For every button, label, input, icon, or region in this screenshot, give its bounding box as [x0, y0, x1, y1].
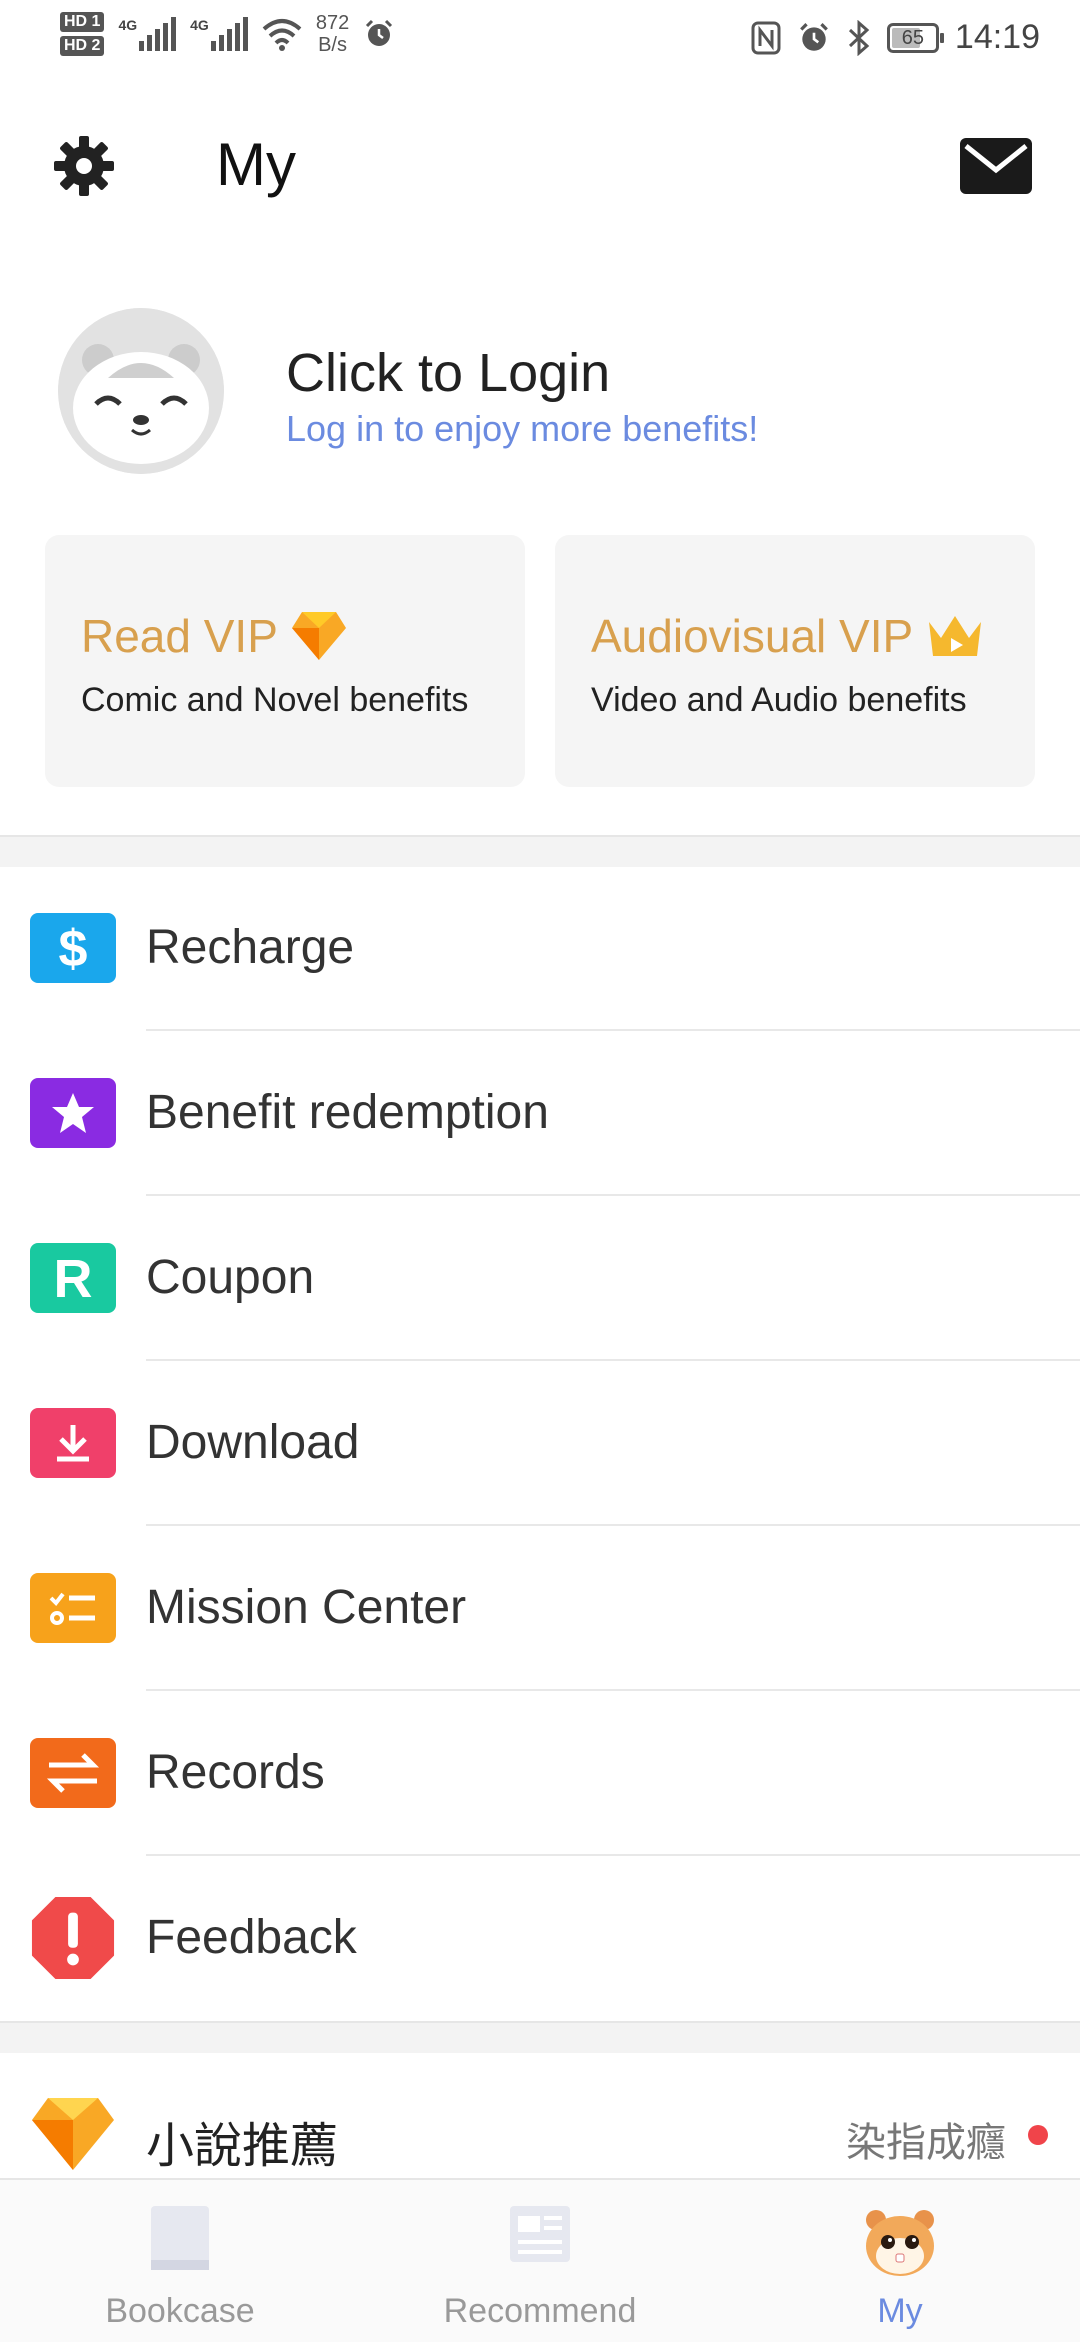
net-speed-value: 872 — [315, 12, 350, 34]
bottom-nav: Bookcase Recommend My — [0, 2178, 1080, 2342]
read-vip-card[interactable]: Read VIP Comic and Novel benefits — [45, 535, 525, 787]
nav-label: Recommend — [443, 2292, 637, 2330]
news-icon — [510, 2206, 570, 2262]
login-title[interactable]: Click to Login — [286, 342, 610, 404]
menu-item-label: Benefit redemption — [146, 1086, 549, 1139]
menu-item-benefit-redemption[interactable]: Benefit redemption — [0, 1031, 1080, 1196]
menu-item-label: Records — [146, 1746, 325, 1799]
page-title: My — [216, 131, 296, 198]
net-speed-unit: B/s — [318, 34, 347, 56]
featured-novel-title[interactable]: 染指成癮 — [846, 2110, 1006, 2168]
audiovisual-vip-card[interactable]: Audiovisual VIP Video and Audio benefits — [555, 535, 1035, 787]
menu-item-feedback[interactable]: Feedback — [0, 1856, 1080, 2021]
battery-icon: 65 — [886, 22, 944, 53]
clock: 14:19 — [954, 18, 1040, 56]
signal-1: 4G — [118, 17, 177, 51]
nav-recommend[interactable]: Recommend — [360, 2180, 720, 2342]
menu-list: $ Recharge Benefit redemption R Coupon D… — [0, 866, 1080, 2021]
alarm-icon — [366, 19, 393, 46]
hd1-badge: HD 1 — [60, 12, 105, 32]
download-icon — [30, 1408, 116, 1478]
menu-item-label: Coupon — [146, 1251, 315, 1304]
menu-item-coupon[interactable]: R Coupon — [0, 1196, 1080, 1361]
audiovisual-vip-subtitle: Video and Audio benefits — [591, 681, 967, 719]
svg-text:$: $ — [59, 920, 88, 976]
battery-level: 65 — [901, 26, 925, 49]
login-section[interactable]: Click to Login Log in to enjoy more bene… — [0, 300, 1080, 490]
diamond-icon — [32, 2098, 114, 2170]
section-divider — [0, 2021, 1080, 2053]
sim-indicator: HD 1 HD 2 — [60, 12, 105, 56]
signal-bars-icon — [210, 17, 248, 51]
nav-label: My — [877, 2292, 923, 2330]
net-speed: 872 B/s — [316, 12, 349, 56]
svg-text:R: R — [54, 1250, 93, 1306]
bluetooth-icon — [848, 19, 870, 56]
hamster-icon — [866, 2210, 934, 2276]
nfc-icon — [751, 21, 781, 54]
nav-bookcase[interactable]: Bookcase — [0, 2180, 360, 2342]
star-ticket-icon — [30, 1078, 116, 1148]
signal-2: 4G — [190, 17, 248, 51]
swap-arrows-icon — [30, 1738, 116, 1808]
audiovisual-vip-title: Audiovisual VIP — [591, 610, 914, 662]
network-type-2: 4G — [190, 17, 209, 33]
network-type-1: 4G — [118, 17, 138, 33]
mail-icon[interactable] — [960, 138, 1032, 194]
checklist-icon — [30, 1573, 116, 1643]
menu-item-recharge[interactable]: $ Recharge — [0, 866, 1080, 1031]
hamster-avatar-icon — [58, 308, 224, 474]
nav-my[interactable]: My — [720, 2180, 1080, 2342]
read-vip-title: Read VIP — [81, 610, 278, 662]
hd2-badge: HD 2 — [60, 36, 105, 56]
crown-icon — [929, 616, 982, 656]
menu-item-records[interactable]: Records — [0, 1691, 1080, 1856]
diamond-icon — [291, 612, 346, 660]
book-icon — [151, 2206, 209, 2270]
exclamation-icon — [30, 1896, 116, 1980]
menu-item-mission-center[interactable]: Mission Center — [0, 1526, 1080, 1691]
coupon-r-icon: R — [30, 1243, 116, 1313]
menu-item-download[interactable]: Download — [0, 1361, 1080, 1526]
menu-item-label: Mission Center — [146, 1581, 467, 1634]
notification-dot — [1028, 2125, 1048, 2145]
settings-gear-icon[interactable] — [52, 134, 116, 198]
menu-item-label: Recharge — [146, 921, 355, 974]
read-vip-subtitle: Comic and Novel benefits — [81, 681, 469, 719]
novel-section-title: 小說推薦 — [146, 2120, 339, 2173]
dollar-icon: $ — [30, 913, 116, 983]
menu-item-label: Feedback — [146, 1911, 357, 1964]
wifi-icon — [262, 19, 302, 51]
novel-recommend-section[interactable]: 小說推薦 染指成癮 — [0, 2050, 1080, 2175]
status-bar: HD 1 HD 2 4G 4G 872 B/s 65 14:19 — [0, 0, 1080, 80]
menu-item-label: Download — [146, 1416, 360, 1469]
avatar[interactable] — [58, 308, 224, 474]
alarm-icon — [800, 22, 828, 51]
signal-bars-icon — [139, 17, 177, 51]
login-subtitle[interactable]: Log in to enjoy more benefits! — [286, 408, 758, 450]
nav-label: Bookcase — [105, 2292, 255, 2330]
app-bar: My — [0, 110, 1080, 230]
section-divider — [0, 835, 1080, 867]
